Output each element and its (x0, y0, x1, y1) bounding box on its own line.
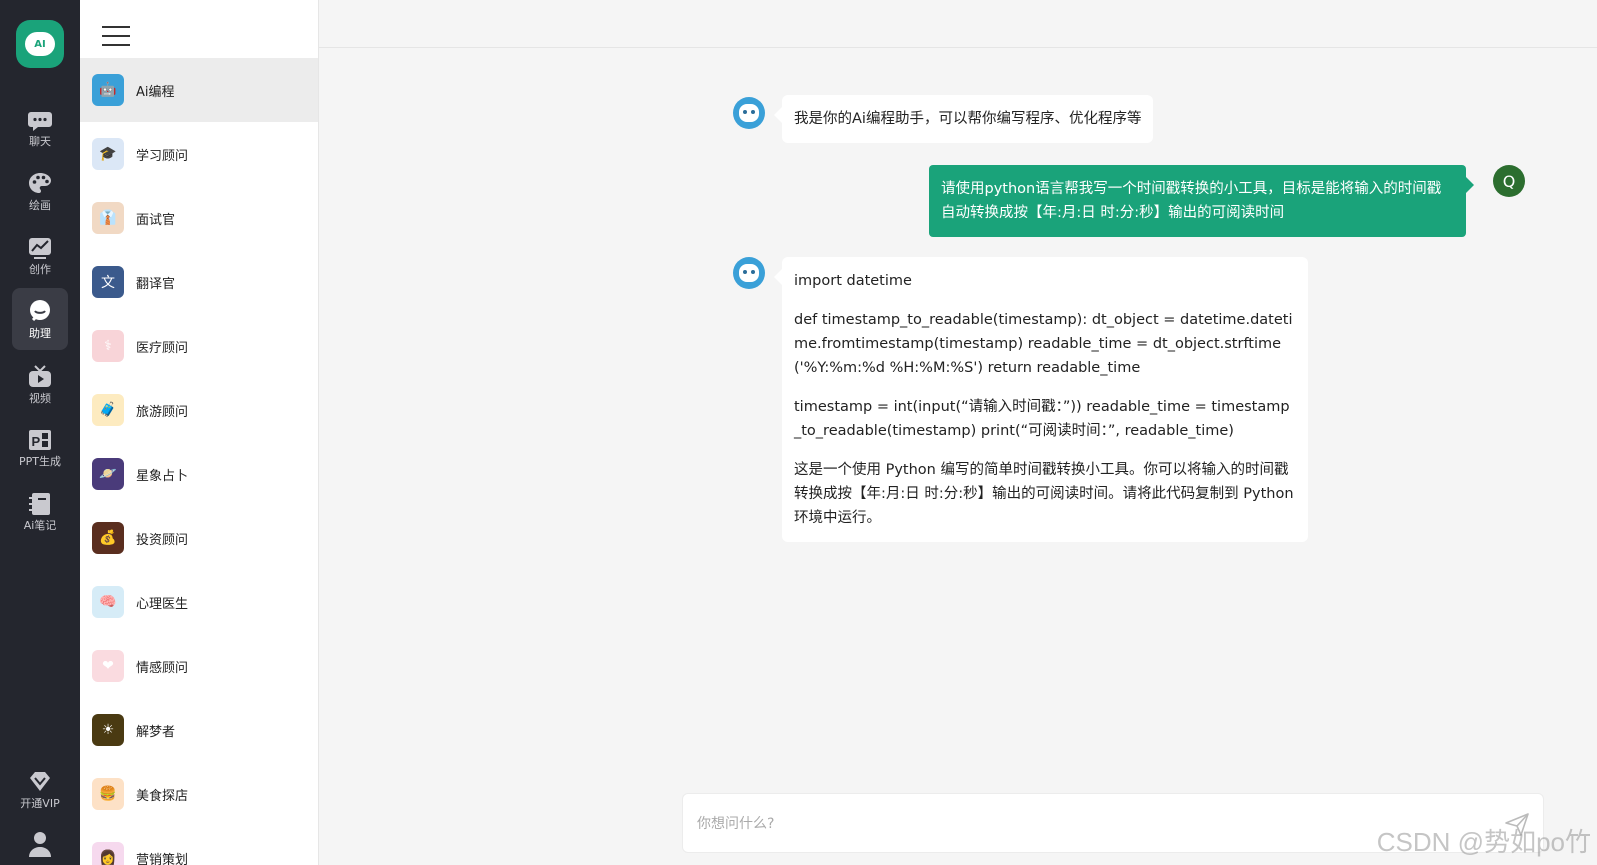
user-avatar: Q (1493, 165, 1525, 197)
left-rail: AI 聊天 绘画 创作 助理 视频 P PPT生成 Ai笔记 开通VIP (0, 0, 80, 865)
rail-label: 绘画 (29, 198, 51, 212)
user-profile-icon[interactable] (26, 829, 54, 865)
assistant-avatar-icon: ⚕ (92, 330, 124, 362)
assistant-avatar-icon: ❤ (92, 650, 124, 682)
rail-item-notes[interactable]: Ai笔记 (12, 480, 68, 542)
assistant-avatar-icon: 👩 (92, 842, 124, 865)
robot-icon (739, 104, 759, 122)
rail-item-vip[interactable]: 开通VIP (12, 758, 68, 820)
assistant-item[interactable]: 👔 面试官 (80, 186, 318, 250)
assistant-item[interactable]: 文翻译官 (80, 250, 318, 314)
assistant-name: 面试官 (136, 212, 176, 228)
rail-item-assistant[interactable]: 助理 (12, 288, 68, 350)
assistant-list-panel: 🤖 Ai编程 🎓 学习顾问 👔 面试官文翻译官 ⚕ 医疗顾问 🧳 旅游顾问 🪐 星象占卜 💰 投资顾问 🧠 心… (80, 0, 319, 865)
user-message: 请使用python语言帮我写一个时间戳转换的小工具，目标是能将输入的时间戳自动转… (929, 165, 1474, 237)
assistant-name: 医疗顾问 (136, 340, 189, 356)
assistant-avatar-icon: 🤖 (92, 74, 124, 106)
rail-label: 视频 (29, 391, 51, 405)
assistant-item[interactable]: 🤖 Ai编程 (80, 58, 318, 122)
assistant-name: 情感顾问 (136, 660, 189, 676)
assistant-name: 旅游顾问 (136, 404, 189, 420)
assistant-item[interactable]: 🎓 学习顾问 (80, 122, 318, 186)
assistant-avatar-icon: 🪐 (92, 458, 124, 490)
reply-line: import datetime (794, 273, 912, 289)
watermark: CSDN @势如po竹 (1376, 827, 1591, 857)
message-text: 请使用python语言帮我写一个时间戳转换的小工具，目标是能将输入的时间戳自动转… (941, 181, 1442, 221)
message-input[interactable] (697, 812, 1457, 836)
reply-line: 这是一个使用 Python 编写的简单时间戳转换小工具。你可以将输入的时间戳转换… (794, 462, 1294, 526)
ppt-icon: P (29, 429, 51, 450)
assistant-item[interactable]: 🪐 星象占卜 (80, 442, 318, 506)
svg-text:P: P (32, 434, 41, 449)
assistant-avatar-icon: 文 (92, 266, 124, 298)
logo-bubble-icon: AI (25, 32, 55, 56)
avatar-letter: Q (1502, 171, 1516, 191)
assistant-icon (30, 299, 50, 321)
assistant-avatar-icon: 🧳 (92, 394, 124, 426)
app-logo[interactable]: AI (16, 20, 64, 68)
chat-main: 我是你的Ai编程助手，可以帮你编写程序、优化程序等 请使用python语言帮我写… (319, 0, 1597, 865)
robot-icon (739, 264, 759, 282)
reply-line: def timestamp_to_readable(timestamp): dt… (794, 312, 1293, 376)
rail-item-draw[interactable]: 绘画 (12, 160, 68, 222)
assistant-item[interactable]: 👩 营销策划 (80, 826, 318, 865)
assistant-item[interactable]: ⚕ 医疗顾问 (80, 314, 318, 378)
rail-label: 聊天 (29, 134, 51, 148)
assistant-avatar-icon: 🧠 (92, 586, 124, 618)
bot-avatar (733, 97, 765, 129)
assistant-item[interactable]: 💰 投资顾问 (80, 506, 318, 570)
assistant-name: Ai编程 (136, 84, 175, 100)
assistant-avatar-icon: 💰 (92, 522, 124, 554)
rail-label: 助理 (29, 326, 51, 340)
bot-reply: import datetime def timestamp_to_readabl… (774, 257, 1308, 542)
assistant-name: 星象占卜 (136, 468, 189, 484)
assistant-name: 营销策划 (136, 852, 189, 865)
menu-toggle-icon[interactable] (102, 26, 130, 46)
assistant-avatar-icon: 👔 (92, 202, 124, 234)
assistant-item[interactable]: 🧳 旅游顾问 (80, 378, 318, 442)
assistant-item[interactable]: ☀ 解梦者 (80, 698, 318, 762)
reply-line: timestamp = int(input(“请输入时间戳：”)) readab… (794, 399, 1290, 439)
rail-label: PPT生成 (19, 454, 61, 468)
assistant-name: 学习顾问 (136, 148, 189, 164)
assistant-name: 美食探店 (136, 788, 189, 804)
bot-message: 我是你的Ai编程助手，可以帮你编写程序、优化程序等 (773, 95, 1154, 143)
assistant-name: 心理医生 (136, 596, 189, 612)
rail-item-video[interactable]: 视频 (12, 353, 68, 415)
rail-label: Ai笔记 (23, 518, 57, 532)
person-icon (29, 832, 51, 857)
notebook-icon (29, 492, 50, 515)
rail-item-ppt[interactable]: P PPT生成 (12, 416, 68, 478)
assistant-item[interactable]: ❤ 情感顾问 (80, 634, 318, 698)
assistant-name: 解梦者 (136, 724, 176, 740)
assistant-avatar-icon: 🍔 (92, 778, 124, 810)
rail-label: 创作 (29, 262, 51, 276)
palette-icon (29, 172, 51, 193)
chart-icon (29, 237, 51, 259)
chat-header (319, 0, 1597, 48)
diamond-icon (30, 771, 50, 791)
tv-icon (29, 364, 51, 387)
assistant-item[interactable]: 🍔 美食探店 (80, 762, 318, 826)
assistant-avatar-icon: 🎓 (92, 138, 124, 170)
bot-avatar (733, 257, 765, 289)
rail-item-create[interactable]: 创作 (12, 224, 68, 286)
rail-label: 开通VIP (20, 796, 60, 810)
assistant-item[interactable]: 🧠 心理医生 (80, 570, 318, 634)
assistant-avatar-icon: ☀ (92, 714, 124, 746)
assistant-name: 投资顾问 (136, 532, 189, 548)
assistant-name: 翻译官 (136, 276, 176, 292)
rail-item-chat[interactable]: 聊天 (12, 96, 68, 158)
message-text: 我是你的Ai编程助手，可以帮你编写程序、优化程序等 (794, 111, 1142, 127)
chat-icon (28, 111, 52, 131)
logo-text: AI (34, 38, 46, 50)
